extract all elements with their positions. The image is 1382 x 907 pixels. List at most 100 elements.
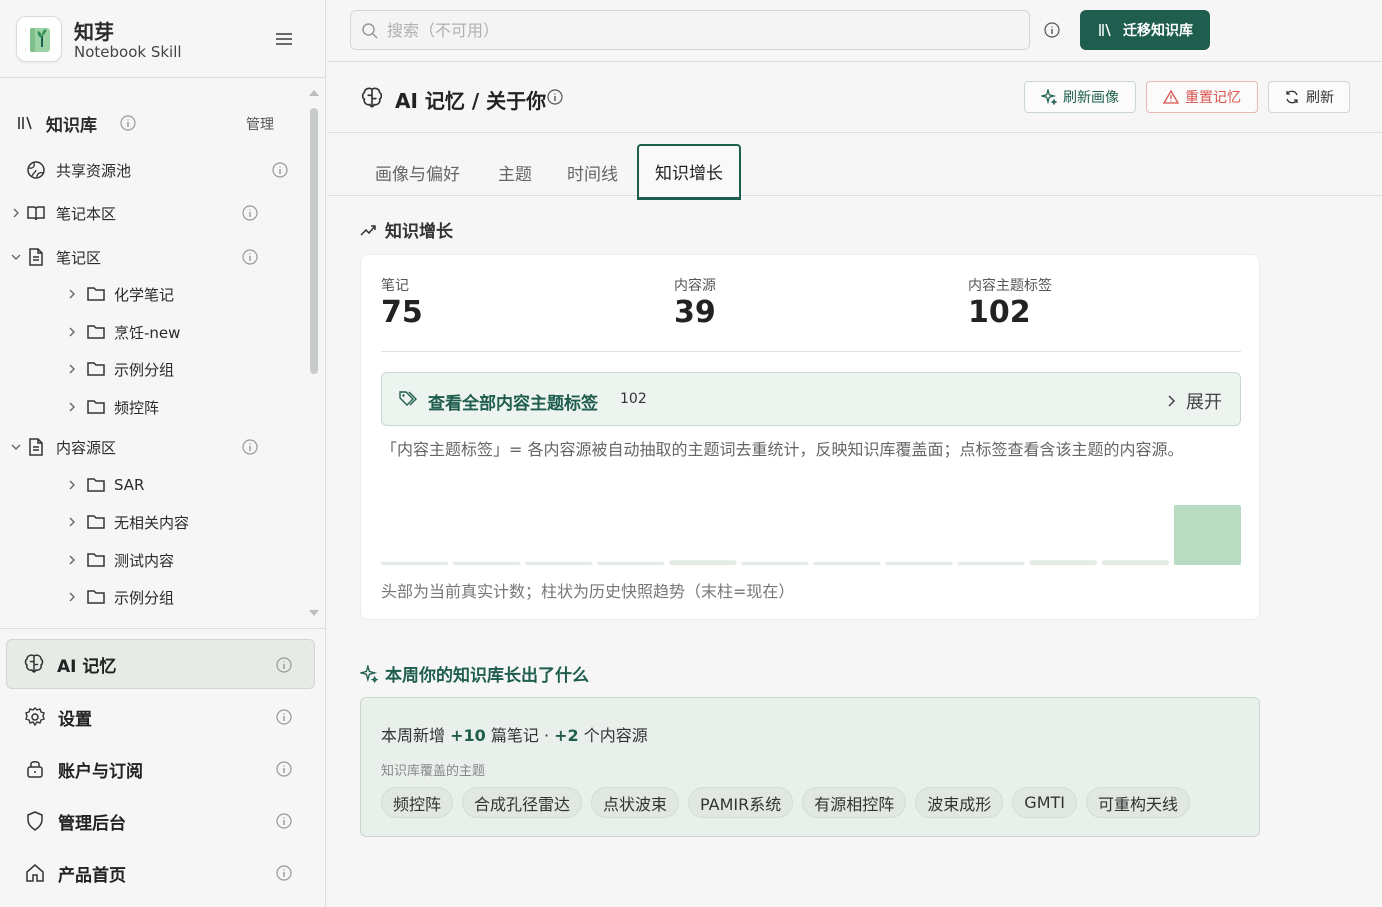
topic-chip[interactable]: 可重构天线: [1086, 787, 1191, 818]
tab-knowledge-growth[interactable]: 知识增长: [637, 144, 741, 200]
tree-item-folder[interactable]: 测试内容: [66, 545, 174, 575]
view-all-tags-link: 查看全部内容主题标签: [428, 394, 598, 414]
page-info-icon[interactable]: [547, 89, 563, 105]
notes-info-icon[interactable]: [242, 249, 258, 265]
document-icon: [29, 438, 43, 456]
tab-bar: 画像与偏好 主题 时间线 知识增长: [327, 134, 1382, 200]
scroll-down-arrow[interactable]: [309, 610, 319, 616]
tags-icon: [399, 391, 417, 406]
tree-item-notes[interactable]: 笔记区: [10, 242, 101, 272]
stat-notes-label: 笔记: [381, 278, 409, 294]
tree-item-shared-pool[interactable]: 共享资源池: [26, 155, 131, 185]
shield-icon: [27, 811, 43, 831]
nav-ai-memory[interactable]: AI 记忆: [6, 639, 315, 689]
trend-bar: [597, 562, 665, 565]
stat-sources-label: 内容源: [674, 278, 716, 294]
document-icon: [29, 248, 43, 266]
tree-item-folder[interactable]: 示例分组: [66, 582, 174, 612]
weekly-card: 本周新增 +10 篇笔记 · +2 个内容源 知识库覆盖的主题 频控阵 合成孔径…: [360, 697, 1260, 837]
chevron-down-icon: [11, 254, 21, 260]
knowledge-base-title: 知识库: [46, 115, 97, 136]
refresh-icon: [1286, 90, 1298, 104]
page-header: AI 记忆 / 关于你 刷新画像 重置记忆 刷新: [327, 63, 1382, 133]
trend-footnote: 头部为当前真实计数；柱状为历史快照趋势（末柱=现在）: [381, 582, 795, 601]
home-info-icon[interactable]: [276, 865, 292, 881]
sidebar-scrollbar[interactable]: [310, 108, 318, 374]
top-bar: 迁移知识库: [327, 0, 1382, 62]
tree-item-folder[interactable]: 无相关内容: [66, 507, 189, 537]
search-input[interactable]: [387, 20, 1029, 40]
kb-manage-link[interactable]: 管理: [246, 114, 274, 134]
topic-chip[interactable]: 频控阵: [381, 787, 454, 818]
tab-profile[interactable]: 画像与偏好: [375, 160, 460, 185]
migrate-kb-button[interactable]: 迁移知识库: [1080, 10, 1210, 50]
search-info-icon[interactable]: [1044, 22, 1060, 38]
nav-admin[interactable]: 管理后台: [6, 796, 315, 846]
sources-info-icon[interactable]: [242, 439, 258, 455]
shared-pool-info-icon[interactable]: [272, 162, 288, 178]
brand-subtitle: Notebook Skill: [74, 43, 182, 61]
nav-home[interactable]: 产品首页: [6, 848, 315, 898]
trend-bar: [1173, 505, 1241, 565]
ai-memory-info-icon[interactable]: [276, 657, 292, 673]
admin-info-icon[interactable]: [276, 813, 292, 829]
tree-item-folder[interactable]: 化学笔记: [66, 279, 174, 309]
new-sources-count: +2: [554, 726, 579, 745]
reset-memory-button[interactable]: 重置记忆: [1146, 81, 1258, 113]
notebooks-info-icon[interactable]: [242, 205, 258, 221]
trend-bar: [669, 560, 737, 565]
account-info-icon[interactable]: [276, 761, 292, 777]
tree-item-folder[interactable]: 烹饪-new: [66, 317, 180, 347]
chevron-right-icon: [69, 555, 75, 565]
chevron-right-icon: [69, 289, 75, 299]
settings-info-icon[interactable]: [276, 709, 292, 725]
refresh-button[interactable]: 刷新: [1268, 81, 1350, 113]
growth-card: 笔记 75 内容源 39 内容主题标签 102 查看全部内容主题标签 102 展…: [360, 254, 1260, 620]
stat-notes-value: 75: [381, 295, 423, 330]
tree-item-folder[interactable]: 频控阵: [66, 392, 159, 422]
sprout-logo-icon: [30, 28, 50, 52]
trend-bar: [453, 562, 521, 565]
chevron-right-icon: [69, 592, 75, 602]
hamburger-icon: [276, 33, 292, 45]
tab-timeline[interactable]: 时间线: [567, 160, 618, 185]
tags-count: 102: [620, 391, 647, 407]
kb-info-icon[interactable]: [120, 115, 136, 131]
tree-item-folder[interactable]: 示例分组: [66, 354, 174, 384]
refresh-profile-button[interactable]: 刷新画像: [1024, 81, 1136, 113]
nav-settings[interactable]: 设置: [6, 692, 315, 742]
tree-item-folder[interactable]: SAR: [66, 470, 144, 500]
nav-account[interactable]: 账户与订阅: [6, 744, 315, 794]
sidebar-menu-button[interactable]: [272, 28, 296, 50]
scroll-up-arrow[interactable]: [309, 90, 319, 96]
topic-chip[interactable]: PAMIR系统: [688, 787, 794, 818]
folder-icon: [87, 553, 105, 567]
topic-chip[interactable]: 合成孔径雷达: [462, 787, 583, 818]
sparkle-icon: [1041, 89, 1057, 105]
chevron-down-icon: [11, 444, 21, 450]
app-logo: [16, 16, 62, 62]
trend-up-icon: [360, 224, 376, 236]
sidebar: 知芽 Notebook Skill 知识库 管理 共享资源池 笔记本区 笔记区 …: [0, 0, 326, 907]
topic-chip[interactable]: 有源相控阵: [802, 787, 907, 818]
tree-item-sources[interactable]: 内容源区: [10, 432, 116, 462]
brain-icon: [24, 654, 44, 673]
tags-description: 「内容主题标签」= 各内容源被自动抽取的主题词去重统计，反映知识库覆盖面；点标签…: [381, 440, 1184, 459]
chevron-right-icon: [69, 517, 75, 527]
trend-bar: [885, 562, 953, 565]
topic-chip[interactable]: 点状波束: [591, 787, 680, 818]
weekly-summary: 本周新增 +10 篇笔记 · +2 个内容源: [381, 726, 648, 745]
tab-topics[interactable]: 主题: [498, 160, 532, 185]
view-all-tags-bar[interactable]: 查看全部内容主题标签 102 展开: [381, 372, 1241, 426]
trend-bar: [741, 562, 809, 565]
search-box[interactable]: [350, 10, 1030, 50]
chevron-right-icon: [69, 327, 75, 337]
tree-item-notebooks[interactable]: 笔记本区: [10, 198, 116, 228]
topic-chip[interactable]: 波束成形: [915, 787, 1004, 818]
topic-chip[interactable]: GMTI: [1012, 787, 1077, 818]
expand-toggle[interactable]: 展开: [1166, 388, 1222, 414]
sparkle-icon: [360, 664, 378, 683]
search-icon: [362, 23, 378, 39]
folder-icon: [87, 325, 105, 339]
trend-bar: [1101, 560, 1169, 565]
